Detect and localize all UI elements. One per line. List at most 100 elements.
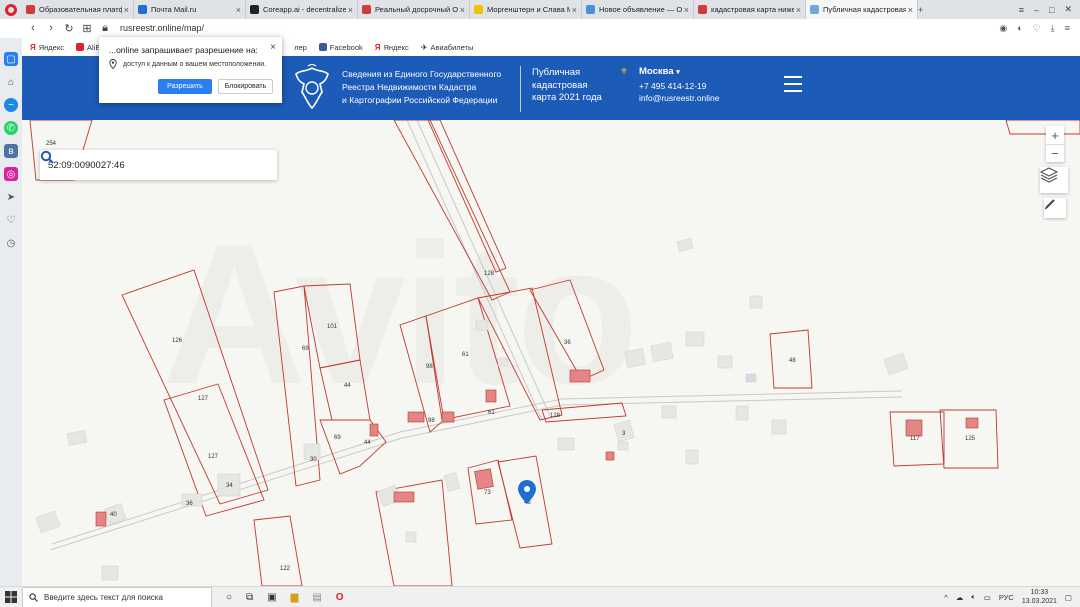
store-icon[interactable]: ▣ (267, 592, 276, 603)
map-canvas[interactable]: 254 126 127 127 34 36 40 69 101 44 44 69… (22, 120, 1080, 586)
url-field[interactable]: rusreestr.online/map/ (120, 23, 204, 33)
opera-logo-icon[interactable] (0, 0, 22, 19)
bookmark-aviabilety[interactable]: ✈ Авиабилеты (421, 43, 474, 53)
tab-close-icon[interactable]: × (684, 5, 689, 15)
phone[interactable]: +7 495 414-12-19 (639, 80, 719, 93)
download-icon[interactable]: ⤓ (1051, 23, 1055, 34)
clock[interactable]: 10:33 13.03.2021 (1022, 588, 1057, 606)
svg-text:69: 69 (302, 346, 309, 352)
svg-text:127: 127 (198, 396, 209, 402)
tab-close-icon[interactable]: × (460, 5, 465, 15)
language-indicator[interactable]: РУС (999, 593, 1014, 602)
roads (49, 120, 903, 551)
explorer-icon[interactable]: ▆ (291, 592, 299, 603)
ruler-icon[interactable] (1044, 198, 1066, 218)
system-tray: ^ ☁ 🔈︎ ▭ РУС 10:33 13.03.2021 ▢ (944, 588, 1080, 606)
address-bar: ‹ › ↻ ⊞ 🔒︎ rusreestr.online/map/ ◉ ◐ ♡ ⤓… (0, 19, 1080, 37)
tray-expand-icon[interactable]: ^ (944, 593, 948, 602)
new-tab-button[interactable]: + (918, 5, 923, 15)
layers-icon[interactable] (1040, 167, 1068, 193)
tab-2[interactable]: Coreapp.ai - decentralized × (246, 0, 358, 19)
whatsapp-icon[interactable]: ✆ (4, 121, 18, 135)
minimize-icon[interactable]: – (1034, 5, 1039, 15)
tab-close-icon[interactable]: × (572, 5, 577, 15)
tab-close-icon[interactable]: × (796, 5, 801, 15)
camera-icon[interactable]: ◉ (999, 23, 1007, 34)
opera-taskbar-icon[interactable]: O (336, 592, 344, 603)
parcel-126 (121, 269, 269, 505)
svg-text:61: 61 (488, 410, 495, 416)
speed-dial-icon[interactable]: ⊞ (78, 22, 96, 35)
volume-icon[interactable]: 🔈︎ (971, 592, 976, 602)
allow-button[interactable]: Разрешить (158, 79, 212, 94)
bookmark-yandex-2[interactable]: Я Яндекс (375, 43, 409, 53)
city-selector[interactable]: Москва ▾ (639, 66, 719, 80)
tab-favicon-icon (474, 5, 483, 14)
tab-close-icon[interactable]: × (236, 5, 241, 15)
popup-title: ...online запрашивает разрешение на: (109, 45, 258, 55)
shield-icon[interactable]: ◐ (1017, 23, 1022, 34)
parcel-127 (163, 383, 265, 517)
svg-text:36: 36 (186, 501, 193, 507)
chevron-down-icon: ▾ (676, 69, 680, 76)
popup-close-icon[interactable]: × (270, 42, 276, 53)
bookmark-hidden[interactable]: лер (294, 43, 307, 52)
bookmark-yandex[interactable]: Я Яндекс (30, 43, 64, 53)
cadastral-search-input[interactable]: 52:09:0090027:46 (40, 150, 277, 180)
search-icon[interactable] (40, 150, 277, 180)
location-permission-popup: ...online запрашивает разрешение на: × д… (99, 37, 282, 103)
tab-close-icon[interactable]: × (348, 5, 353, 15)
reload-icon[interactable]: ↻ (60, 22, 78, 35)
workspace-icon[interactable]: ▢ (4, 52, 18, 66)
header-divider (520, 66, 521, 112)
map-pin-icon[interactable] (518, 480, 536, 504)
tab-6[interactable]: кадастровая карта нижего × (694, 0, 806, 19)
maximize-icon[interactable]: □ (1049, 5, 1054, 15)
window-menu-icon[interactable]: ≡ (1019, 5, 1024, 15)
send-icon[interactable]: ➤ (4, 190, 18, 204)
close-window-icon[interactable]: ✕ (1064, 4, 1072, 15)
svg-text:30: 30 (310, 457, 317, 463)
onedrive-icon[interactable]: ☁ (956, 593, 964, 602)
heart-icon[interactable]: ♡ (1033, 23, 1041, 34)
vk-icon[interactable]: в (4, 144, 18, 158)
yandex-icon: Я (30, 43, 36, 52)
tab-close-icon[interactable]: × (124, 5, 129, 15)
messenger-icon[interactable]: ~ (4, 98, 18, 112)
notifications-icon[interactable]: ▢ (1065, 593, 1072, 602)
parcel-44 (319, 359, 371, 421)
tab-4[interactable]: Моргенштерн и Слава Ма × (470, 0, 582, 19)
zoom-in-button[interactable]: + (1046, 126, 1064, 144)
tab-0[interactable]: Образовательная платфо × (22, 0, 134, 19)
menu-icon[interactable]: ≡ (1065, 23, 1070, 34)
history-icon[interactable]: ◷ (4, 236, 18, 250)
cadastral-map[interactable]: Avito (22, 120, 1080, 586)
windows-start-icon[interactable] (0, 587, 22, 607)
media-player-icon[interactable]: ▤ (312, 592, 321, 603)
tab-1[interactable]: Почта Mail.ru × (134, 0, 246, 19)
tab-favicon-icon (586, 5, 595, 14)
svg-text:254: 254 (46, 141, 57, 147)
home-icon[interactable]: ⌂ (4, 75, 18, 89)
email[interactable]: info@rusreestr.online (639, 92, 719, 105)
tab-5[interactable]: Новое объявление — Об × (582, 0, 694, 19)
bookmark-facebook[interactable]: Facebook (318, 43, 363, 52)
tab-3[interactable]: Реальный досрочный ОГЭ× (358, 0, 470, 19)
cortana-icon[interactable]: ○ (226, 592, 232, 603)
zoom-out-button[interactable]: − (1046, 144, 1064, 162)
network-icon[interactable]: ▭ (984, 593, 991, 602)
tab-close-icon[interactable]: × (908, 5, 913, 15)
windows-taskbar: Введите здесь текст для поиска ○ ⧉ ▣ ▆ ▤… (0, 586, 1080, 607)
svg-text:101: 101 (327, 324, 338, 330)
svg-text:126: 126 (172, 338, 183, 344)
hamburger-menu-icon[interactable] (784, 76, 802, 92)
forward-icon[interactable]: › (42, 22, 60, 34)
instagram-icon[interactable]: ◎ (4, 167, 18, 181)
taskbar-search-input[interactable]: Введите здесь текст для поиска (22, 586, 212, 607)
back-icon[interactable]: ‹ (24, 22, 42, 34)
tab-7[interactable]: Публичная кадастровая к × (806, 0, 918, 19)
svg-text:44: 44 (344, 383, 351, 389)
block-button[interactable]: Блокировать (218, 79, 273, 94)
heart-icon[interactable]: ♡ (4, 213, 18, 227)
task-view-icon[interactable]: ⧉ (246, 592, 253, 603)
